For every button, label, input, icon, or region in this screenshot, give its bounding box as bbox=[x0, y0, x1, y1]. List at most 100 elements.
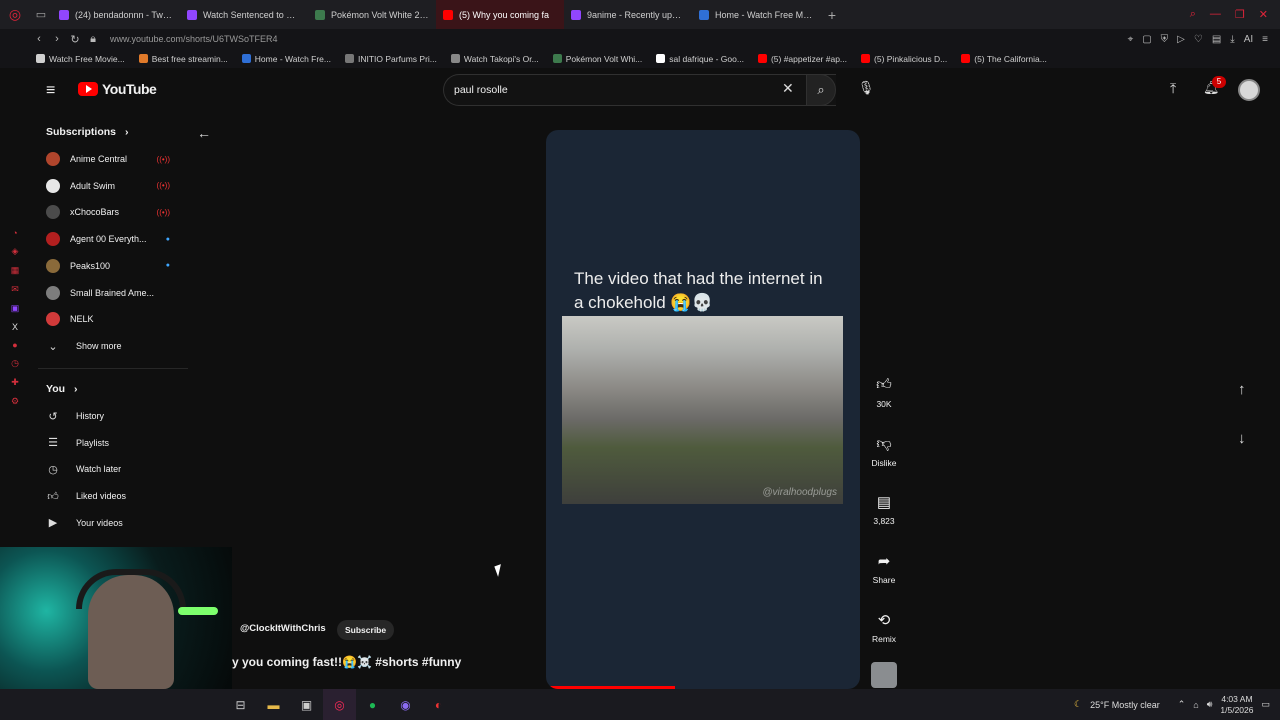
close-window-icon[interactable]: ✕ bbox=[1259, 8, 1268, 21]
browser-tab[interactable]: Watch Sentenced to Be a bbox=[180, 0, 308, 29]
speed-dial-icon[interactable]: ◔ bbox=[8, 228, 22, 238]
subscriptions-heading[interactable]: Subscriptions › bbox=[46, 126, 128, 138]
browser-tab[interactable]: Home - Watch Free Movie bbox=[692, 0, 820, 29]
file-explorer-icon[interactable]: ▬ bbox=[257, 689, 290, 720]
obs-icon[interactable]: ◐ bbox=[422, 689, 455, 720]
voice-search-icon[interactable]: 🎙︎ bbox=[855, 80, 877, 102]
bookmark-item[interactable]: Home - Watch Fre... bbox=[241, 54, 331, 64]
network-icon[interactable]: ⌂ bbox=[1193, 700, 1198, 710]
spotify-icon[interactable]: ● bbox=[8, 340, 22, 350]
next-short-icon[interactable]: ↓ bbox=[1238, 430, 1246, 447]
bookmark-item[interactable]: Watch Free Movie... bbox=[36, 54, 125, 64]
x-icon[interactable]: X bbox=[8, 322, 22, 332]
show-more-button[interactable]: ⌄ Show more bbox=[46, 335, 186, 357]
spotify-taskbar-icon[interactable]: ● bbox=[356, 689, 389, 720]
back-icon[interactable]: ‹ bbox=[30, 33, 48, 45]
settings-icon[interactable]: ⚙ bbox=[8, 396, 22, 407]
browser-logo-icon[interactable]: ◎ bbox=[0, 6, 30, 23]
search-input[interactable]: paul rosolle bbox=[443, 74, 836, 106]
notification-center-icon[interactable]: ▭ bbox=[1261, 699, 1270, 710]
channel-label: xChocoBars bbox=[70, 207, 120, 218]
store-icon[interactable]: ▣ bbox=[290, 689, 323, 720]
sidebar-item-label: History bbox=[76, 411, 105, 421]
maximize-icon[interactable]: ❐ bbox=[1235, 8, 1245, 21]
twitch-icon[interactable]: ▣ bbox=[8, 303, 22, 314]
guide-menu-icon[interactable]: ≡ bbox=[46, 82, 55, 100]
mail-icon[interactable]: ✉ bbox=[8, 284, 22, 295]
heart-icon[interactable]: ♡ bbox=[1194, 34, 1203, 45]
bookmark-item[interactable]: (5) The California... bbox=[961, 54, 1047, 64]
discord-icon[interactable]: ◉ bbox=[389, 689, 422, 720]
browser-tab[interactable]: (24) bendadonnn - Twitch bbox=[52, 0, 180, 29]
extensions-icon[interactable]: ✚ bbox=[8, 377, 22, 388]
wallet-icon[interactable]: ▤ bbox=[1212, 34, 1221, 45]
browser-tab[interactable]: (5) Why you coming fa bbox=[436, 0, 564, 29]
back-arrow-icon[interactable]: ← bbox=[197, 125, 211, 141]
history-icon[interactable]: ◷ bbox=[8, 358, 22, 369]
create-icon[interactable]: ⤒ bbox=[1170, 80, 1176, 97]
comments-button[interactable]: ▤ 3,823 bbox=[866, 493, 902, 526]
shield-icon[interactable]: ⛨ bbox=[1161, 34, 1169, 45]
new-tab-button[interactable]: + bbox=[820, 7, 844, 23]
subscription-item[interactable]: NELK bbox=[46, 308, 170, 330]
sidebar-item-playlists[interactable]: ☰ Playlists bbox=[46, 432, 186, 454]
you-heading[interactable]: You › bbox=[46, 383, 77, 395]
sidebar-item-liked-videos[interactable]: 👍︎ Liked videos bbox=[46, 485, 186, 507]
search-tabs-icon[interactable]: ⌕ bbox=[1190, 8, 1196, 21]
reload-icon[interactable]: ↻ bbox=[66, 33, 84, 46]
weather-text[interactable]: 25°F Mostly clear bbox=[1090, 700, 1160, 710]
tab-workspaces-icon[interactable]: ▭ bbox=[30, 8, 52, 21]
bookmarks-icon[interactable]: ▦ bbox=[8, 265, 22, 276]
sidebar-item-label: Playlists bbox=[76, 437, 110, 448]
download-icon[interactable]: ⤓ bbox=[1230, 34, 1234, 45]
subscription-item[interactable]: Agent 00 Everyth... ● bbox=[46, 228, 170, 250]
pin-icon[interactable]: ⌖ bbox=[1128, 34, 1134, 45]
video-frame[interactable]: @viralhoodplugs bbox=[562, 316, 843, 504]
bookmark-item[interactable]: (5) #appetizer #ap... bbox=[757, 54, 847, 64]
sidebar-divider bbox=[38, 368, 188, 369]
sound-thumbnail[interactable] bbox=[871, 662, 897, 688]
sidebar-item-watch-later[interactable]: ◷ Watch later bbox=[46, 458, 186, 480]
bookmark-item[interactable]: Watch Takopi's Or... bbox=[450, 54, 539, 64]
sidebar-item-history[interactable]: ↺ History bbox=[46, 405, 186, 427]
subscription-item[interactable]: Small Brained Ame... bbox=[46, 282, 170, 304]
clear-search-icon[interactable]: ✕ bbox=[782, 80, 794, 97]
remix-button[interactable]: ⟲ Remix bbox=[866, 611, 902, 644]
volume-icon[interactable]: 🔊︎ bbox=[1207, 699, 1213, 710]
subscribe-button[interactable]: Subscribe bbox=[337, 620, 395, 640]
menu-icon[interactable]: ≡ bbox=[1262, 34, 1268, 45]
sidebar-item-your-videos[interactable]: ▶ Your videos bbox=[46, 512, 186, 534]
bookmark-item[interactable]: (5) Pinkalicious D... bbox=[861, 54, 947, 64]
short-player[interactable]: The video that had the internet in a cho… bbox=[546, 130, 860, 689]
subscription-item[interactable]: Peaks100 ● bbox=[46, 255, 170, 277]
browser-tab[interactable]: Pokémon Volt White 2 Re bbox=[308, 0, 436, 29]
subscription-item[interactable]: Anime Central ((•)) bbox=[46, 148, 170, 170]
task-view-icon[interactable]: ⊟ bbox=[224, 689, 257, 720]
bookmark-item[interactable]: Pokémon Volt Whi... bbox=[552, 54, 642, 64]
bookmark-item[interactable]: Best free streamin... bbox=[138, 54, 228, 64]
opera-gx-icon[interactable]: ◎ bbox=[323, 689, 356, 720]
account-avatar[interactable] bbox=[1238, 79, 1260, 101]
youtube-logo[interactable]: YouTube bbox=[78, 81, 157, 97]
play-icon[interactable]: ▷ bbox=[1177, 34, 1185, 45]
aria-icon[interactable]: ◈ bbox=[8, 246, 22, 257]
clock[interactable]: 4:03 AM 1/5/2026 bbox=[1220, 694, 1253, 716]
subscription-item[interactable]: Adult Swim ((•)) bbox=[46, 175, 170, 197]
thumbs-up-icon: 👍︎ bbox=[876, 376, 892, 393]
bookmark-item[interactable]: INITIO Parfums Pri... bbox=[345, 54, 437, 64]
previous-short-icon[interactable]: ↑ bbox=[1238, 381, 1246, 398]
tab-favicon-icon bbox=[59, 9, 69, 20]
share-button[interactable]: ➦ Share bbox=[866, 552, 902, 585]
screenshot-icon[interactable]: ▢ bbox=[1142, 34, 1151, 45]
like-button[interactable]: 👍︎ 30K bbox=[866, 376, 902, 409]
bookmark-item[interactable]: sal dafrique - Goo... bbox=[656, 54, 744, 64]
url-field[interactable]: www.youtube.com/shorts/U6TWSoTFER4 bbox=[110, 34, 278, 44]
browser-tab[interactable]: 9anime - Recently update bbox=[564, 0, 692, 29]
ai-icon[interactable]: AI bbox=[1244, 34, 1253, 45]
minimize-icon[interactable]: — bbox=[1210, 8, 1221, 21]
subscription-item[interactable]: xChocoBars ((•)) bbox=[46, 201, 170, 223]
channel-name[interactable]: @ClockItWithChris bbox=[240, 623, 326, 634]
forward-icon[interactable]: › bbox=[48, 33, 66, 45]
dislike-button[interactable]: 👎︎ Dislike bbox=[866, 435, 902, 468]
tray-chevron-icon[interactable]: ⌃ bbox=[1178, 699, 1186, 710]
